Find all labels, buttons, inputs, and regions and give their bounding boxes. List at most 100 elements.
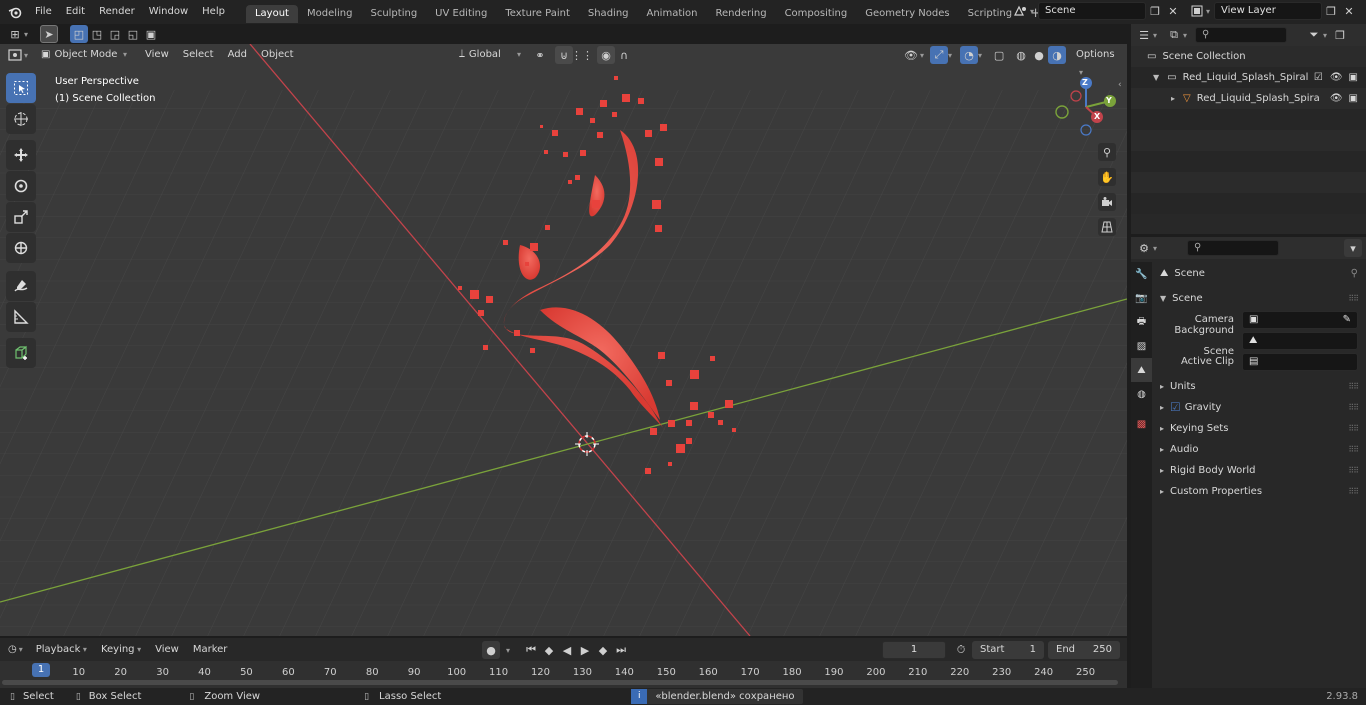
viewport-menu-object[interactable]: Object [254, 44, 301, 66]
proportional-edit-icon[interactable]: ◉ [597, 46, 615, 64]
scene-field[interactable]: Scene [1038, 2, 1147, 20]
status-report[interactable]: i «blender.blend» сохранено [631, 689, 803, 704]
world-tab-icon[interactable]: ◍ [1131, 382, 1152, 406]
display-mode-icon[interactable]: ⧉ [1165, 26, 1183, 44]
select-invert-icon[interactable]: ◱ [124, 25, 142, 43]
viewport-menu-select[interactable]: Select [176, 44, 221, 66]
end-frame-field[interactable]: End 250 [1048, 641, 1120, 659]
outliner-editor-icon[interactable]: ☰ [1135, 26, 1153, 44]
view-layer-field[interactable]: View Layer [1214, 2, 1323, 20]
view-layer-icon[interactable] [1188, 2, 1206, 20]
solid-shading-icon[interactable]: ● [1030, 46, 1048, 64]
cursor-tool-icon[interactable] [6, 104, 36, 134]
new-view-layer-icon[interactable]: ❐ [1322, 2, 1340, 20]
select-box-tool-icon[interactable] [6, 73, 36, 103]
tab-compositing[interactable]: Compositing [776, 5, 857, 23]
panel-audio[interactable]: ▸ Audio ⠿⠿ [1160, 439, 1359, 460]
xray-toggle-icon[interactable]: ▢ [990, 46, 1008, 64]
timeline-scrubber[interactable]: 1 10 20 30 40 50 60 70 80 90 100 110 120 130 140 150 160… [0, 661, 1127, 688]
material-shading-icon[interactable]: ◑ [1048, 46, 1067, 64]
expand-arrow-icon[interactable]: ▸ [1171, 88, 1175, 109]
view-layer-tab-icon[interactable]: ▨ [1131, 334, 1152, 358]
viewport-menu-add[interactable]: Add [221, 44, 254, 66]
move-tool-icon[interactable] [6, 140, 36, 170]
timeline-menu-view[interactable]: View [148, 638, 186, 661]
next-keyframe-icon[interactable]: ◆ [594, 641, 612, 659]
preview-range-icon[interactable]: ⏱ [952, 641, 970, 659]
pivot-point-icon[interactable]: ⚭ [531, 46, 549, 64]
eyedropper-icon[interactable]: ✎ [1343, 312, 1351, 328]
property-field-background-scene[interactable]: ⛰ [1242, 331, 1358, 350]
filter-icon[interactable]: ⏷ [1305, 26, 1323, 44]
wireframe-shading-icon[interactable]: ◍ [1012, 46, 1030, 64]
viewport-menu-view[interactable]: View [138, 44, 176, 66]
snap-target-icon[interactable]: ⋮⋮ [571, 46, 593, 64]
tab-texture-paint[interactable]: Texture Paint [496, 5, 579, 23]
remove-scene-icon[interactable]: ✕ [1164, 2, 1182, 20]
tab-uv-editing[interactable]: UV Editing [426, 5, 496, 23]
play-reverse-icon[interactable]: ◀ [558, 641, 576, 659]
header-editor-type[interactable]: ⊞ ▾ [6, 25, 28, 43]
new-scene-icon[interactable]: ❐ [1146, 2, 1164, 20]
gizmo-toggle-icon[interactable]: ⤢ [930, 46, 949, 64]
falloff-icon[interactable]: ∩ [615, 46, 633, 64]
tab-animation[interactable]: Animation [638, 5, 707, 23]
property-field-camera[interactable]: ▣ ✎ [1242, 310, 1358, 329]
gravity-checkbox[interactable]: ☑ [1170, 397, 1181, 418]
render-camera-icon[interactable]: ▣ [1349, 88, 1358, 109]
scene-section-header[interactable]: ▼ Scene ⠿⠿ [1160, 288, 1359, 309]
select-subtract-icon[interactable]: ◲ [106, 25, 124, 43]
camera-view-icon[interactable] [1098, 193, 1116, 211]
menu-render[interactable]: Render [92, 0, 142, 24]
options-dropdown[interactable]: Options ▾ [1070, 46, 1124, 77]
timeline-menu-marker[interactable]: Marker [186, 638, 235, 661]
exclude-checkbox-icon[interactable]: ☑ [1314, 67, 1323, 88]
menu-file[interactable]: File [28, 0, 59, 24]
select-extend-icon[interactable]: ◳ [88, 25, 106, 43]
current-frame-field[interactable]: 1 [882, 641, 946, 659]
outliner-row-scene-collection[interactable]: ▭ Scene Collection [1131, 46, 1366, 67]
timeline-menu-keying[interactable]: Keying ▾ [94, 638, 148, 661]
editor-type-selector[interactable]: ▾ [8, 49, 28, 61]
expand-arrow-icon[interactable]: ▼ [1153, 67, 1159, 88]
blender-logo-icon[interactable] [6, 3, 24, 21]
sidebar-toggle-icon[interactable]: ‹ [1118, 80, 1122, 90]
start-frame-field[interactable]: Start 1 [972, 641, 1044, 659]
menu-window[interactable]: Window [142, 0, 195, 24]
transform-tool-icon[interactable] [6, 233, 36, 263]
visibility-icon[interactable]: 👁 [902, 46, 920, 64]
outliner-search-input[interactable]: ⚲ [1195, 27, 1288, 43]
record-icon[interactable]: ● [482, 641, 500, 659]
transform-orientation-dropdown[interactable]: ⟘ Global ▾ [455, 46, 525, 64]
zoom-icon[interactable]: ⚲ [1098, 143, 1116, 161]
scene-tab-icon[interactable]: ⛰ [1131, 358, 1152, 382]
overlay-toggle-icon[interactable]: ◔ [960, 46, 979, 64]
panel-keying-sets[interactable]: ▸ Keying Sets ⠿⠿ [1160, 418, 1359, 439]
new-collection-icon[interactable]: ❐ [1331, 26, 1349, 44]
render-tab-icon[interactable]: 📷 [1131, 286, 1152, 310]
render-camera-icon[interactable]: ▣ [1349, 67, 1358, 88]
properties-editor-icon[interactable]: ⚙ [1135, 239, 1153, 257]
output-tab-icon[interactable]: 🖶 [1131, 310, 1152, 334]
prev-keyframe-icon[interactable]: ◆ [540, 641, 558, 659]
timeline-scrollbar[interactable] [2, 680, 1118, 685]
select-new-icon[interactable]: ◰ [70, 25, 88, 43]
pan-hand-icon[interactable]: ✋ [1098, 168, 1116, 186]
menu-edit[interactable]: Edit [59, 0, 92, 24]
tab-shading[interactable]: Shading [579, 5, 638, 23]
tool-tab-icon[interactable]: 🔧 [1131, 262, 1152, 286]
scene-icon[interactable] [1012, 2, 1030, 20]
pin-icon[interactable]: ⚲ [1351, 263, 1358, 284]
properties-options-icon[interactable]: ▾ [1344, 239, 1362, 257]
jump-end-icon[interactable]: ⏭ [612, 641, 630, 659]
perspective-grid-icon[interactable] [1098, 218, 1116, 236]
tab-modeling[interactable]: Modeling [298, 5, 362, 23]
object-mode-dropdown[interactable]: ▣ Object Mode ▾ [36, 46, 133, 64]
panel-custom-properties[interactable]: ▸ Custom Properties ⠿⠿ [1160, 481, 1359, 502]
timeline-menu-playback[interactable]: Playback ▾ [29, 638, 94, 661]
3d-viewport[interactable]: Z Y X User Perspective (1) Scene Collect… [0, 44, 1127, 636]
jump-start-icon[interactable]: ⏮ [522, 641, 540, 659]
outliner-row-object[interactable]: ▸ ▽ Red_Liquid_Splash_Spira 👁 ▣ [1131, 88, 1366, 109]
select-intersect-icon[interactable]: ▣ [142, 25, 160, 43]
texture-tab-icon[interactable]: ▩ [1131, 412, 1152, 436]
